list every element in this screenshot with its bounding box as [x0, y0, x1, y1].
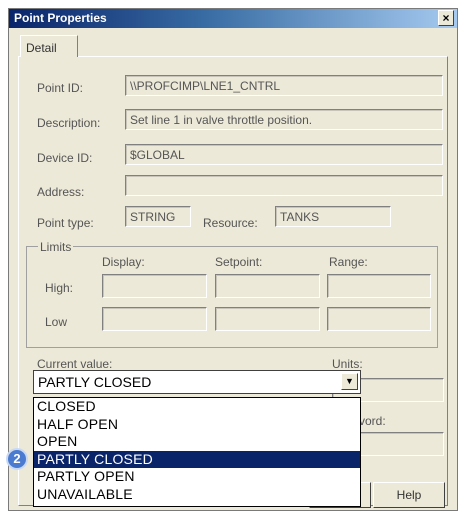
device-id-label: Device ID:: [37, 151, 93, 165]
tab-detail[interactable]: Detail: [20, 35, 78, 57]
close-icon: ×: [442, 11, 450, 25]
high-display-field[interactable]: [102, 274, 207, 298]
low-setpoint-field[interactable]: [215, 307, 320, 331]
resource-label: Resource:: [203, 216, 258, 230]
title-bar: Point Properties ×: [9, 9, 457, 28]
option-partly-closed[interactable]: PARTLY CLOSED: [34, 450, 360, 469]
point-id-label: Point ID:: [37, 81, 84, 95]
window-title: Point Properties: [14, 11, 107, 25]
device-id-field[interactable]: $GLOBAL: [125, 144, 443, 165]
high-setpoint-field[interactable]: [215, 274, 320, 298]
point-id-field[interactable]: \\PROFCIMP\LNE1_CNTRL: [125, 75, 443, 96]
option-partly-open[interactable]: PARTLY OPEN: [34, 468, 360, 486]
current-value-label: Current value:: [37, 357, 113, 371]
limits-high-label: High:: [45, 281, 74, 295]
option-closed[interactable]: CLOSED: [34, 398, 360, 416]
limits-legend: Limits: [38, 240, 74, 254]
limits-setpoint-header: Setpoint:: [215, 255, 263, 269]
point-type-field[interactable]: STRING: [125, 206, 191, 227]
description-field[interactable]: Set line 1 in valve throttle position.: [125, 109, 443, 130]
current-value-combobox[interactable]: PARTLY CLOSED ▼: [33, 370, 361, 394]
current-value-dropdown-list: CLOSED HALF OPEN OPEN PARTLY CLOSED PART…: [33, 397, 361, 507]
help-button[interactable]: Help: [373, 482, 445, 508]
low-range-field[interactable]: [327, 307, 431, 331]
limits-low-label: Low: [45, 315, 68, 329]
step-callout-badge: 2: [6, 448, 28, 470]
high-range-field[interactable]: [327, 274, 431, 298]
option-open[interactable]: OPEN: [34, 433, 360, 451]
point-type-label: Point type:: [37, 216, 94, 230]
units-label: Units:: [332, 357, 363, 371]
dropdown-arrow-button[interactable]: ▼: [341, 373, 358, 390]
option-half-open[interactable]: HALF OPEN: [34, 416, 360, 434]
description-label: Description:: [37, 116, 101, 130]
limits-range-header: Range:: [329, 255, 368, 269]
address-field[interactable]: [125, 175, 443, 196]
current-value-selected: PARTLY CLOSED: [38, 374, 152, 390]
limits-display-header: Display:: [102, 255, 145, 269]
resource-field[interactable]: TANKS: [275, 206, 391, 227]
chevron-down-icon: ▼: [345, 376, 354, 386]
address-label: Address:: [37, 185, 85, 199]
low-display-field[interactable]: [102, 307, 207, 331]
password-label-partial: vord:: [359, 414, 386, 428]
close-button[interactable]: ×: [438, 10, 454, 26]
option-unavailable[interactable]: UNAVAILABLE: [34, 486, 360, 504]
